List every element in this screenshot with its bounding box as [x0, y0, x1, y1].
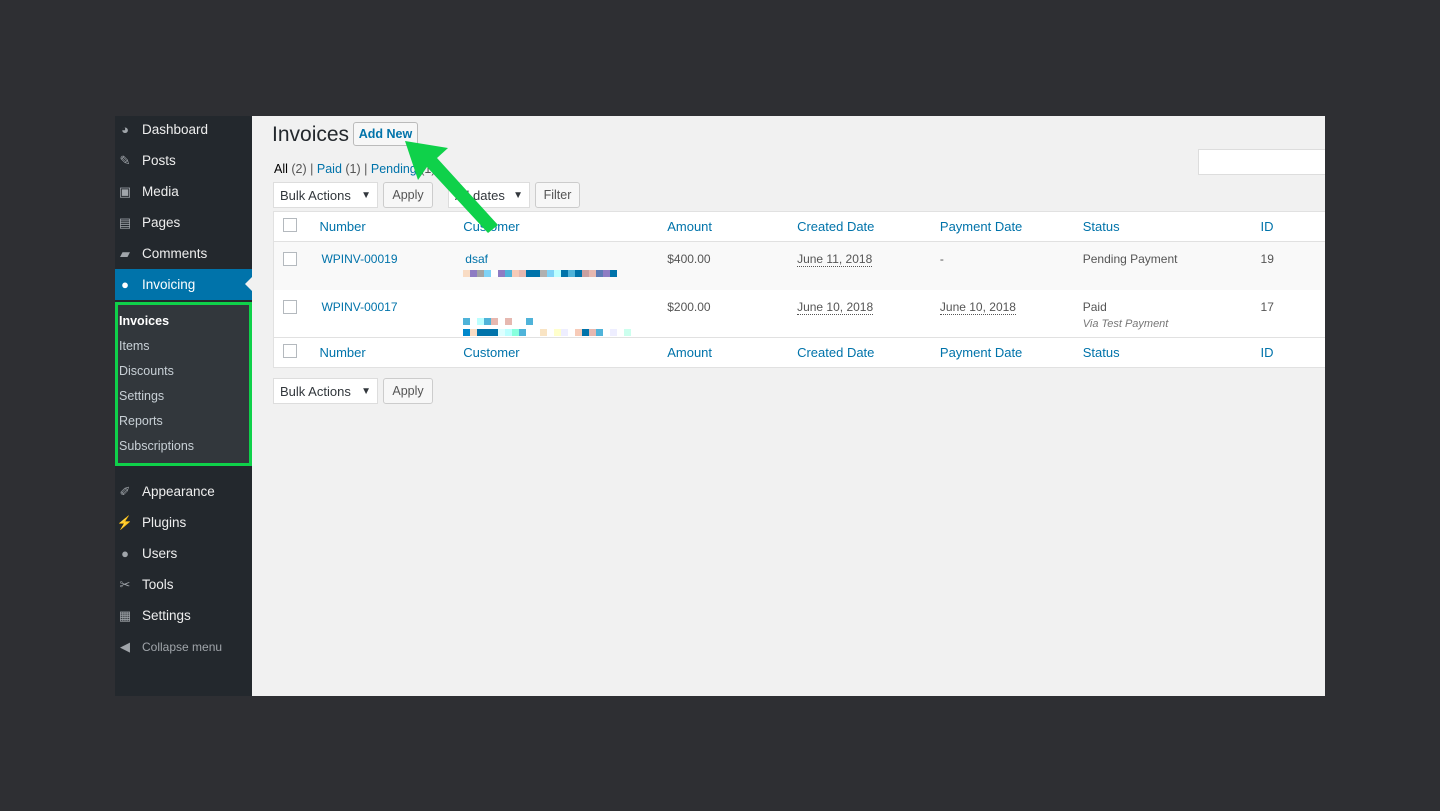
select-all-checkbox[interactable] [283, 344, 297, 358]
status: Paid [1082, 299, 1107, 314]
dropdown-arrow-icon: ▼ [513, 189, 523, 201]
sidebar-item-dashboard[interactable]: ◕ Dashboard [115, 116, 252, 145]
dates-select[interactable]: All dates ▼ [448, 182, 530, 208]
invoices-table: Number Customer Amount Created Date Payment … [273, 211, 1325, 368]
media-icon: ▣ [118, 183, 132, 199]
table-row: WPINV-00017 $200.00 June 10, 2018 June 1… [274, 290, 1326, 338]
admin-sidebar: ◕ Dashboard ✎ Posts ▣ Media ▤ Pages ▰ Comments ● In… [115, 116, 252, 696]
sidebar-item-appearance[interactable]: ✐ Appearance [115, 476, 252, 507]
filter-button[interactable]: Filter [535, 182, 580, 208]
wrench-icon: ✂ [119, 576, 131, 592]
payment-method: Via Test Payment [1082, 317, 1169, 330]
sidebar-item-plugins[interactable]: ⚡ Plugins [115, 507, 252, 538]
dropdown-arrow-icon: ▼ [361, 189, 371, 201]
pages-icon: ▤ [118, 214, 132, 230]
created-date: June 10, 2018 [797, 299, 874, 315]
amount: $400.00 [667, 252, 711, 266]
amount: $200.00 [667, 299, 711, 314]
submenu-item-discounts[interactable]: Discounts [118, 359, 249, 384]
row-checkbox[interactable] [283, 252, 297, 266]
column-header-id[interactable]: ID [1260, 211, 1325, 242]
column-header-created-date[interactable]: Created Date [797, 337, 940, 368]
sidebar-item-invoicing[interactable]: ● Invoicing [115, 269, 252, 300]
brush-icon: ✐ [119, 483, 131, 499]
customer-link[interactable]: dsaf [465, 252, 488, 266]
view-paid[interactable]: Paid (1) [317, 162, 361, 176]
select-all-checkbox[interactable] [283, 218, 297, 232]
invoicing-submenu: Invoices Items Discounts Settings Reports Sub… [115, 302, 252, 466]
payment-date: - [939, 252, 944, 266]
invoice-id: 17 [1260, 299, 1274, 314]
bulk-actions-select-bottom[interactable]: Bulk Actions ▼ [273, 378, 378, 404]
invoicing-icon: ● [121, 277, 129, 292]
collapse-menu[interactable]: ◀ Collapse menu [115, 631, 252, 662]
wp-admin-window: ◕ Dashboard ✎ Posts ▣ Media ▤ Pages ▰ Comments ● In… [115, 116, 1325, 696]
sidebar-item-comments[interactable]: ▰ Comments [115, 238, 252, 269]
submenu-item-subscriptions[interactable]: Subscriptions [118, 434, 249, 459]
column-header-payment-date[interactable]: Payment Date [939, 211, 1083, 242]
dropdown-arrow-icon: ▼ [361, 385, 371, 397]
comment-icon: ▰ [120, 245, 130, 261]
page-title: Invoices [272, 123, 350, 146]
bulk-actions-select[interactable]: Bulk Actions ▼ [273, 182, 378, 208]
add-new-button[interactable]: Add New [353, 122, 418, 146]
submenu-item-invoices[interactable]: Invoices [118, 309, 249, 334]
row-checkbox[interactable] [283, 299, 297, 314]
sidebar-item-settings[interactable]: ▦ Settings [115, 600, 252, 631]
view-pending[interactable]: Pending (1) [371, 162, 436, 176]
plugin-icon: ⚡ [116, 514, 134, 530]
user-icon: ● [121, 546, 129, 561]
invoice-number-link[interactable]: WPINV-00019 [321, 252, 397, 266]
submenu-item-items[interactable]: Items [118, 334, 249, 359]
invoice-id: 19 [1260, 252, 1274, 266]
column-header-payment-date[interactable]: Payment Date [939, 337, 1083, 368]
dashboard-icon: ◕ [121, 122, 129, 137]
column-header-status[interactable]: Status [1082, 211, 1261, 242]
invoice-number-link[interactable]: WPINV-00017 [321, 300, 397, 314]
redacted-customer-info [463, 317, 667, 325]
sidebar-item-media[interactable]: ▣ Media [115, 176, 252, 207]
collapse-icon: ◀ [120, 638, 130, 654]
sidebar-item-posts[interactable]: ✎ Posts [115, 145, 252, 176]
column-header-number[interactable]: Number [319, 337, 464, 368]
sidebar-item-users[interactable]: ● Users [115, 538, 252, 569]
column-header-status[interactable]: Status [1082, 337, 1261, 368]
status-views: All (2) | Paid (1) | Pending (1) [274, 162, 436, 176]
settings-icon: ▦ [118, 607, 132, 623]
column-header-id[interactable]: ID [1260, 337, 1325, 368]
column-header-customer[interactable]: Customer [463, 337, 668, 368]
column-header-amount[interactable]: Amount [667, 337, 798, 368]
redacted-customer-info [463, 270, 667, 277]
apply-button[interactable]: Apply [383, 182, 433, 208]
submenu-item-reports[interactable]: Reports [118, 409, 249, 434]
submenu-item-settings[interactable]: Settings [118, 384, 249, 409]
status: Pending Payment [1082, 252, 1178, 266]
payment-date: June 10, 2018 [939, 299, 1016, 315]
apply-button-bottom[interactable]: Apply [383, 378, 433, 404]
column-header-number[interactable]: Number [319, 211, 464, 242]
column-header-amount[interactable]: Amount [667, 211, 798, 242]
column-header-customer[interactable]: Customer [463, 211, 668, 242]
table-row: WPINV-00019 dsaf $400.00 June 11, 2018 -… [273, 241, 1325, 290]
created-date: June 11, 2018 [797, 252, 873, 267]
redacted-customer-info [463, 328, 667, 336]
pin-icon: ✎ [119, 152, 131, 168]
column-header-created-date[interactable]: Created Date [797, 211, 940, 242]
view-all[interactable]: All (2) [274, 162, 307, 176]
sidebar-item-tools[interactable]: ✂ Tools [115, 569, 252, 600]
sidebar-item-pages[interactable]: ▤ Pages [115, 207, 252, 238]
search-input[interactable] [1198, 149, 1325, 175]
